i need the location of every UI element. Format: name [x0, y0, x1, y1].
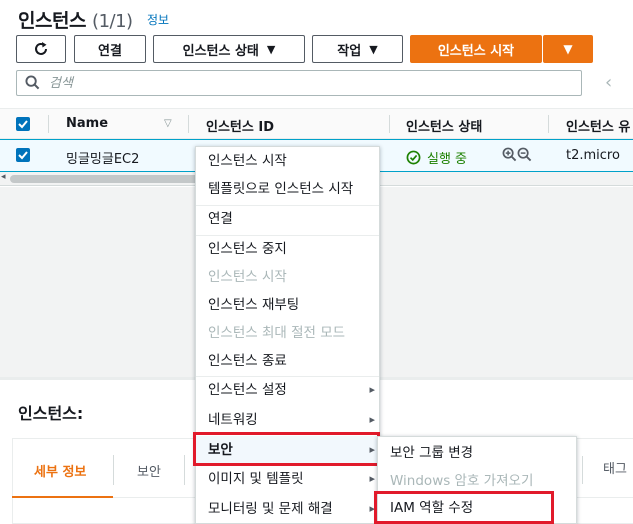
connect-button[interactable]: 연결 [74, 35, 146, 63]
column-instance-type[interactable]: 인스턴스 유 [566, 116, 630, 135]
menu-item-launch-from-template[interactable]: 템플릿으로 인스턴스 시작 [196, 175, 379, 203]
highlight-iam-role [374, 491, 554, 524]
info-link[interactable]: 정보 [147, 11, 169, 28]
search-input[interactable] [49, 73, 569, 93]
details-pane-title: 인스턴스: [18, 404, 84, 423]
menu-item-start-instance-disabled: 인스턴스 시작 [208, 269, 287, 285]
menu-item-terminate-instance[interactable]: 인스턴스 종료 [196, 347, 379, 375]
column-instance-state[interactable]: 인스턴스 상태 [406, 116, 482, 135]
table-header: Name ▽ 인스턴스 ID 인스턴스 상태 인스턴스 유 [0, 108, 633, 139]
menu-item-monitoring-troubleshoot[interactable]: 모니터링 및 문제 해결 [196, 495, 379, 523]
tab-details[interactable]: 세부 정보 [34, 461, 86, 480]
submenu-item-change-security-groups[interactable]: 보안 그룹 변경 [378, 439, 576, 467]
caret-down-icon: ▼ [266, 42, 276, 56]
tab-tags[interactable]: 태그 [582, 456, 633, 484]
zoom-out-icon[interactable] [517, 147, 532, 162]
zoom-in-icon[interactable] [502, 147, 517, 162]
search-box [16, 70, 582, 96]
scroll-left-icon[interactable]: ◂ [1, 172, 6, 182]
instance-name[interactable]: 밍글밍글EC2 [66, 148, 139, 167]
instance-state-button[interactable]: 인스턴스 상태 ▼ [153, 35, 305, 63]
actions-context-menu: 인스턴스 시작 템플릿으로 인스턴스 시작 연결 인스턴스 중지 인스턴스 시작… [195, 146, 380, 524]
menu-item-instance-settings[interactable]: 인스턴스 설정 [196, 376, 379, 404]
column-name[interactable]: Name [66, 116, 108, 131]
page-title: 인스턴스 (1/1) [18, 10, 133, 32]
column-instance-id[interactable]: 인스턴스 ID [206, 116, 274, 135]
chevron-left-icon[interactable]: ‹ [605, 72, 612, 93]
menu-item-reboot-instance[interactable]: 인스턴스 재부팅 [196, 291, 379, 319]
highlight-security [193, 432, 380, 466]
active-tab-indicator [12, 496, 113, 498]
instance-type: t2.micro [566, 148, 620, 163]
selection-count: (1/1) [92, 11, 133, 32]
menu-item-connect[interactable]: 연결 [196, 205, 379, 233]
menu-item-stop-instance[interactable]: 인스턴스 중지 [196, 235, 379, 263]
check-circle-icon [406, 150, 421, 165]
actions-button[interactable]: 작업 ▼ [312, 35, 403, 63]
launch-instance-button[interactable]: 인스턴스 시작 [410, 35, 542, 63]
scrollbar-thumb[interactable] [10, 175, 200, 183]
caret-down-icon: ▼ [369, 42, 378, 56]
instance-state: 실행 중 [406, 148, 467, 167]
launch-options-button[interactable]: ▼ [543, 35, 593, 63]
caret-down-icon: ▼ [563, 42, 573, 56]
menu-item-networking[interactable]: 네트워킹 [196, 406, 379, 434]
select-all-checkbox[interactable] [16, 117, 30, 131]
refresh-icon [35, 42, 47, 55]
menu-item-hibernate-instance: 인스턴스 최대 절전 모드 [208, 325, 346, 341]
refresh-button[interactable] [16, 35, 66, 63]
tab-security[interactable]: 보안 [137, 461, 161, 480]
zoom-controls [502, 147, 532, 162]
sort-icon[interactable]: ▽ [164, 118, 172, 129]
search-icon [25, 75, 40, 90]
row-checkbox[interactable] [16, 148, 30, 162]
menu-item-start-instance[interactable]: 인스턴스 시작 [196, 147, 379, 175]
menu-item-images-templates[interactable]: 이미지 및 템플릿 [196, 465, 379, 493]
